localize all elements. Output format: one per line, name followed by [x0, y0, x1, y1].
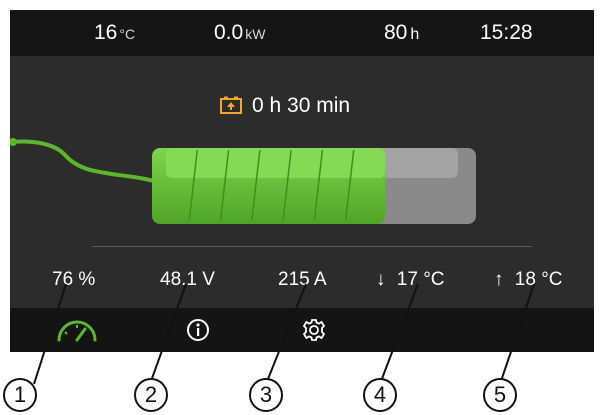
callout-1: 1: [3, 378, 37, 412]
callout-4: 4: [363, 378, 397, 412]
callout-2: 2: [134, 378, 168, 412]
callout-leader-lines: [33, 283, 535, 385]
callout-3: 3: [249, 378, 283, 412]
callout-5: 5: [483, 378, 517, 412]
